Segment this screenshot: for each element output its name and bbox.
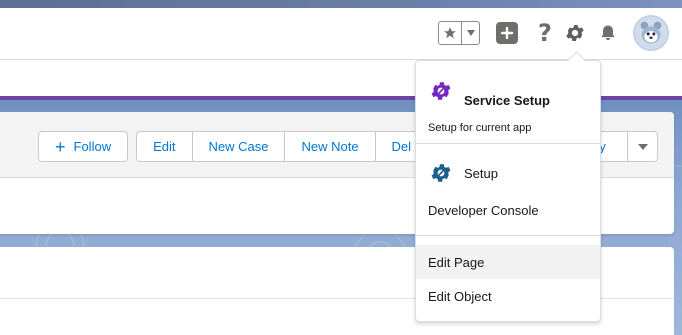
setup-menu: Service Setup Setup for current app Setu… — [415, 60, 601, 322]
help-icon[interactable]: ? — [534, 19, 556, 47]
record-action-group: + Follow Edit New Case New Note Del — [38, 131, 429, 162]
setup-icon — [431, 164, 451, 182]
plus-icon: + — [55, 136, 66, 157]
new-note-button[interactable]: New Note — [284, 131, 376, 162]
setup-label: Setup — [464, 165, 498, 181]
favorites-button-group[interactable] — [438, 21, 480, 45]
global-header: ? — [0, 8, 682, 60]
follow-button[interactable]: + Follow — [38, 131, 129, 162]
star-icon[interactable] — [439, 22, 462, 44]
new-case-button[interactable]: New Case — [191, 131, 286, 162]
edit-object-label: Edit Object — [428, 288, 492, 304]
more-actions-button[interactable] — [627, 131, 658, 162]
menu-divider — [416, 235, 600, 236]
edit-button[interactable]: Edit — [136, 131, 193, 162]
follow-label: Follow — [73, 139, 112, 154]
edit-page-item[interactable]: Edit Page — [416, 245, 600, 279]
avatar[interactable] — [633, 15, 669, 51]
service-setup-title: Service Setup — [464, 93, 550, 108]
service-setup-subtitle: Setup for current app — [428, 122, 532, 134]
plus-icon[interactable] — [496, 22, 518, 44]
menu-divider — [416, 143, 600, 144]
edit-page-label: Edit Page — [428, 254, 485, 270]
service-setup-item[interactable]: Service Setup Setup for current app — [416, 73, 600, 135]
service-setup-icon — [431, 82, 451, 100]
top-strip — [0, 0, 682, 8]
chevron-down-icon[interactable] — [462, 22, 479, 44]
bell-icon[interactable] — [596, 21, 620, 45]
developer-console-item[interactable]: Developer Console — [416, 193, 600, 227]
edit-object-item[interactable]: Edit Object — [416, 279, 600, 313]
setup-item[interactable]: Setup — [416, 155, 600, 191]
developer-console-label: Developer Console — [428, 202, 539, 218]
gear-icon[interactable] — [563, 21, 587, 45]
chevron-down-icon — [637, 143, 648, 150]
